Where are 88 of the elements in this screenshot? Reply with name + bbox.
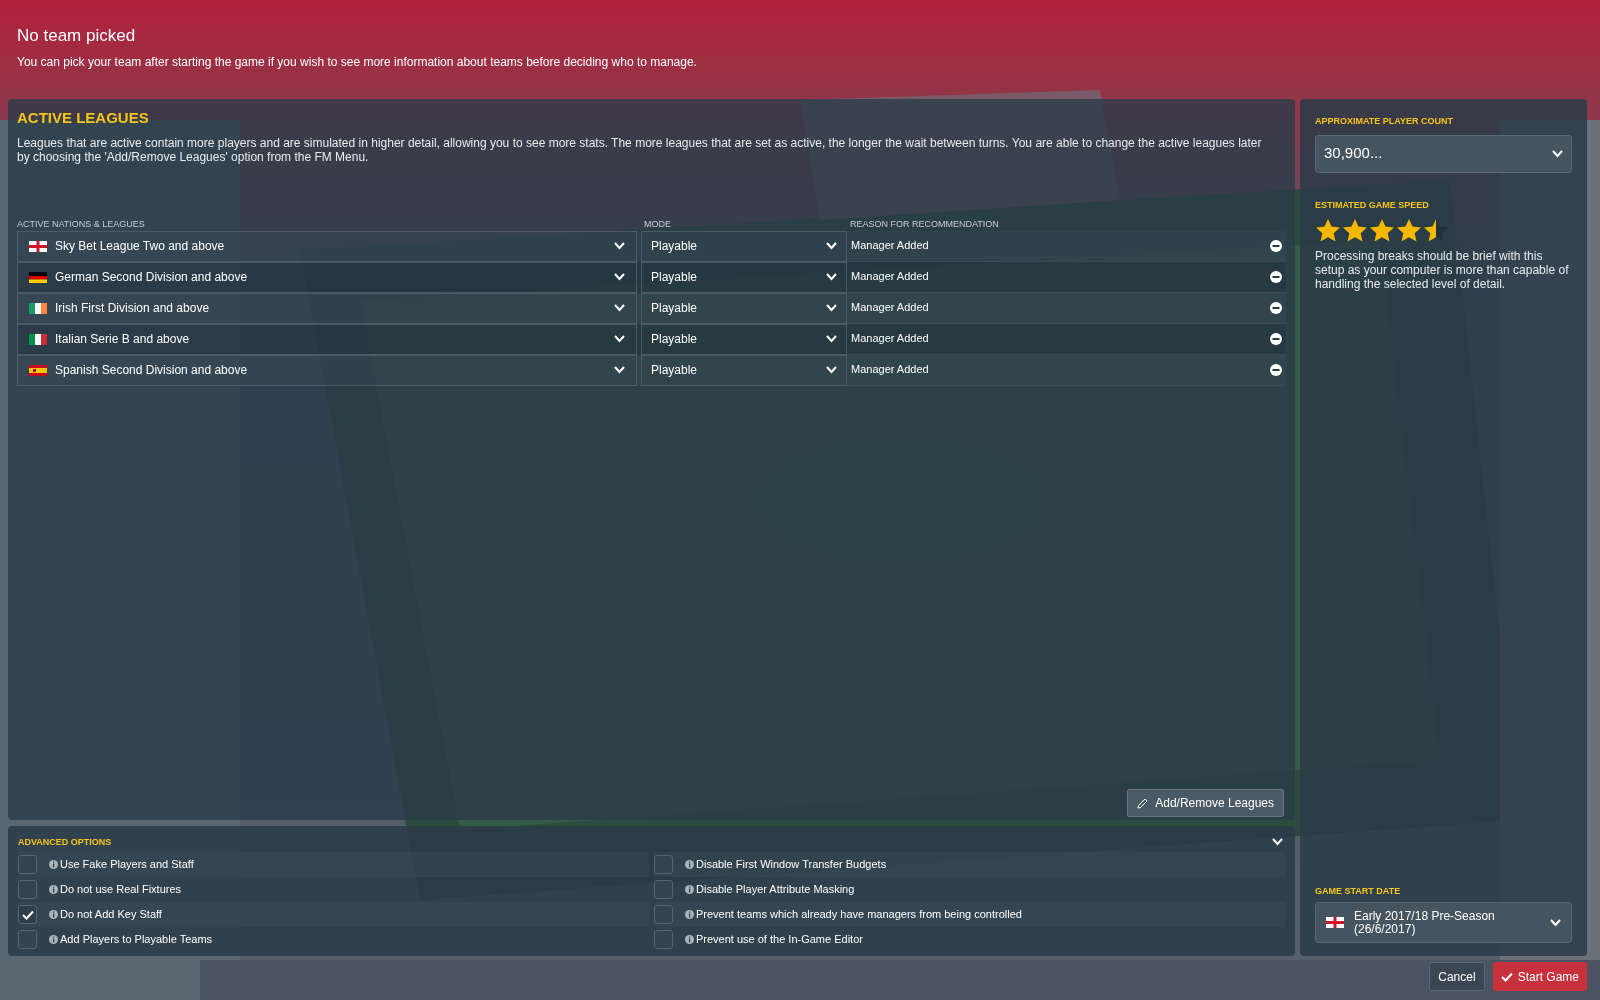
column-header: MODE xyxy=(644,217,672,231)
league-dropdown[interactable]: Irish First Division and above xyxy=(17,292,637,324)
option-label: Add Players to Playable Teams xyxy=(60,932,213,948)
chevron-down-icon xyxy=(1552,149,1563,158)
remove-icon[interactable] xyxy=(1270,363,1282,376)
pencil-icon xyxy=(1137,797,1149,809)
page-title: No team picked xyxy=(17,26,137,46)
reason-text: Manager Added xyxy=(851,269,929,285)
checkbox[interactable] xyxy=(18,905,37,924)
chevron-down-icon xyxy=(614,304,625,312)
option-label: Disable Player Attribute Masking xyxy=(696,882,855,898)
section-title: ACTIVE LEAGUES xyxy=(17,108,150,128)
speed-description: Processing breaks should be brief with this setup as your computer is more than capable of handling the selected level of detail. xyxy=(1315,249,1570,291)
checkbox[interactable] xyxy=(654,880,673,899)
checkbox[interactable] xyxy=(18,880,37,899)
star-icon xyxy=(1342,218,1368,243)
star-icon xyxy=(1315,218,1341,243)
star-icon xyxy=(1369,218,1395,243)
flag-icon xyxy=(29,333,47,345)
info-icon[interactable] xyxy=(49,910,58,919)
checkmark-icon xyxy=(21,909,34,920)
checkbox[interactable] xyxy=(18,930,37,949)
remove-icon[interactable] xyxy=(1270,239,1282,252)
page-subtitle: You can pick your team after starting the game if you wish to see more information about teams before deciding who to manage. xyxy=(17,54,698,71)
checkbox[interactable] xyxy=(654,855,673,874)
chevron-down-icon xyxy=(826,335,837,343)
league-dropdown[interactable]: Sky Bet League Two and above xyxy=(17,230,637,262)
option-label: Prevent use of the In-Game Editor xyxy=(696,932,863,948)
info-icon[interactable] xyxy=(49,860,58,869)
player-count-dropdown[interactable]: 30,900... xyxy=(1315,134,1572,173)
reason-text: Manager Added xyxy=(851,331,929,347)
info-icon[interactable] xyxy=(685,860,694,869)
mode-dropdown[interactable]: Playable xyxy=(641,354,847,386)
remove-icon[interactable] xyxy=(1270,270,1282,283)
column-header: REASON FOR RECOMMENDATION xyxy=(850,217,1000,231)
flag-icon xyxy=(29,271,47,283)
checkmark-icon xyxy=(1500,971,1513,982)
field-label: APPROXIMATE PLAYER COUNT xyxy=(1315,115,1454,128)
flag-icon xyxy=(29,364,47,376)
start-date-dropdown[interactable]: Early 2017/18 Pre-Season (26/6/2017) xyxy=(1315,902,1572,943)
cancel-button[interactable]: Cancel xyxy=(1429,962,1485,991)
flag-icon xyxy=(1326,917,1344,928)
section-title: ADVANCED OPTIONS xyxy=(18,836,112,849)
league-dropdown[interactable]: German Second Division and above xyxy=(17,261,637,293)
mode-dropdown[interactable]: Playable xyxy=(641,261,847,293)
chevron-down-icon xyxy=(826,366,837,374)
info-icon[interactable] xyxy=(685,910,694,919)
column-header: ACTIVE NATIONS & LEAGUES xyxy=(17,217,146,231)
info-icon[interactable] xyxy=(49,935,58,944)
league-dropdown[interactable]: Italian Serie B and above xyxy=(17,323,637,355)
option-label: Do not use Real Fixtures xyxy=(60,882,182,898)
info-icon[interactable] xyxy=(685,935,694,944)
star-icon xyxy=(1423,218,1449,243)
mode-dropdown[interactable]: Playable xyxy=(641,323,847,355)
remove-icon[interactable] xyxy=(1270,301,1282,314)
mode-dropdown[interactable]: Playable xyxy=(641,292,847,324)
reason-text: Manager Added xyxy=(851,300,929,316)
chevron-down-icon xyxy=(826,273,837,281)
chevron-down-icon xyxy=(1550,918,1561,927)
star-icon xyxy=(1396,218,1422,243)
checkbox[interactable] xyxy=(654,930,673,949)
option-label: Disable First Window Transfer Budgets xyxy=(696,857,887,873)
chevron-down-icon xyxy=(614,242,625,250)
start-game-button[interactable]: Start Game xyxy=(1492,962,1587,991)
info-icon[interactable] xyxy=(49,885,58,894)
chevron-down-icon xyxy=(614,335,625,343)
option-label: Do not Add Key Staff xyxy=(60,907,162,923)
flag-icon xyxy=(29,240,47,252)
field-label: GAME START DATE xyxy=(1315,884,1402,898)
reason-text: Manager Added xyxy=(851,362,929,378)
chevron-down-icon xyxy=(826,304,837,312)
option-label: Use Fake Players and Staff xyxy=(60,857,194,873)
flag-icon xyxy=(29,302,47,314)
mode-dropdown[interactable]: Playable xyxy=(641,230,847,262)
league-dropdown[interactable]: Spanish Second Division and above xyxy=(17,354,637,386)
reason-text: Manager Added xyxy=(851,238,929,254)
chevron-down-icon xyxy=(1272,838,1283,846)
chevron-down-icon xyxy=(826,242,837,250)
field-label: ESTIMATED GAME SPEED xyxy=(1315,198,1430,212)
option-label: Prevent teams which already have managers from being controlled xyxy=(696,907,1022,923)
chevron-down-icon xyxy=(614,273,625,281)
info-icon[interactable] xyxy=(685,885,694,894)
remove-icon[interactable] xyxy=(1270,332,1282,345)
chevron-down-icon xyxy=(614,366,625,374)
checkbox[interactable] xyxy=(654,905,673,924)
section-description: Leagues that are active contain more players and are simulated in higher detail, allowing you to see more stats. The more leagues that are set as active, the longer the wait between turns. You are able to change the active leagues later by choosing the 'Add/Remove Leagues' option from the FM Menu. xyxy=(17,135,1263,164)
add-remove-leagues-button[interactable]: Add/Remove Leagues xyxy=(1127,789,1284,817)
checkbox[interactable] xyxy=(18,855,37,874)
